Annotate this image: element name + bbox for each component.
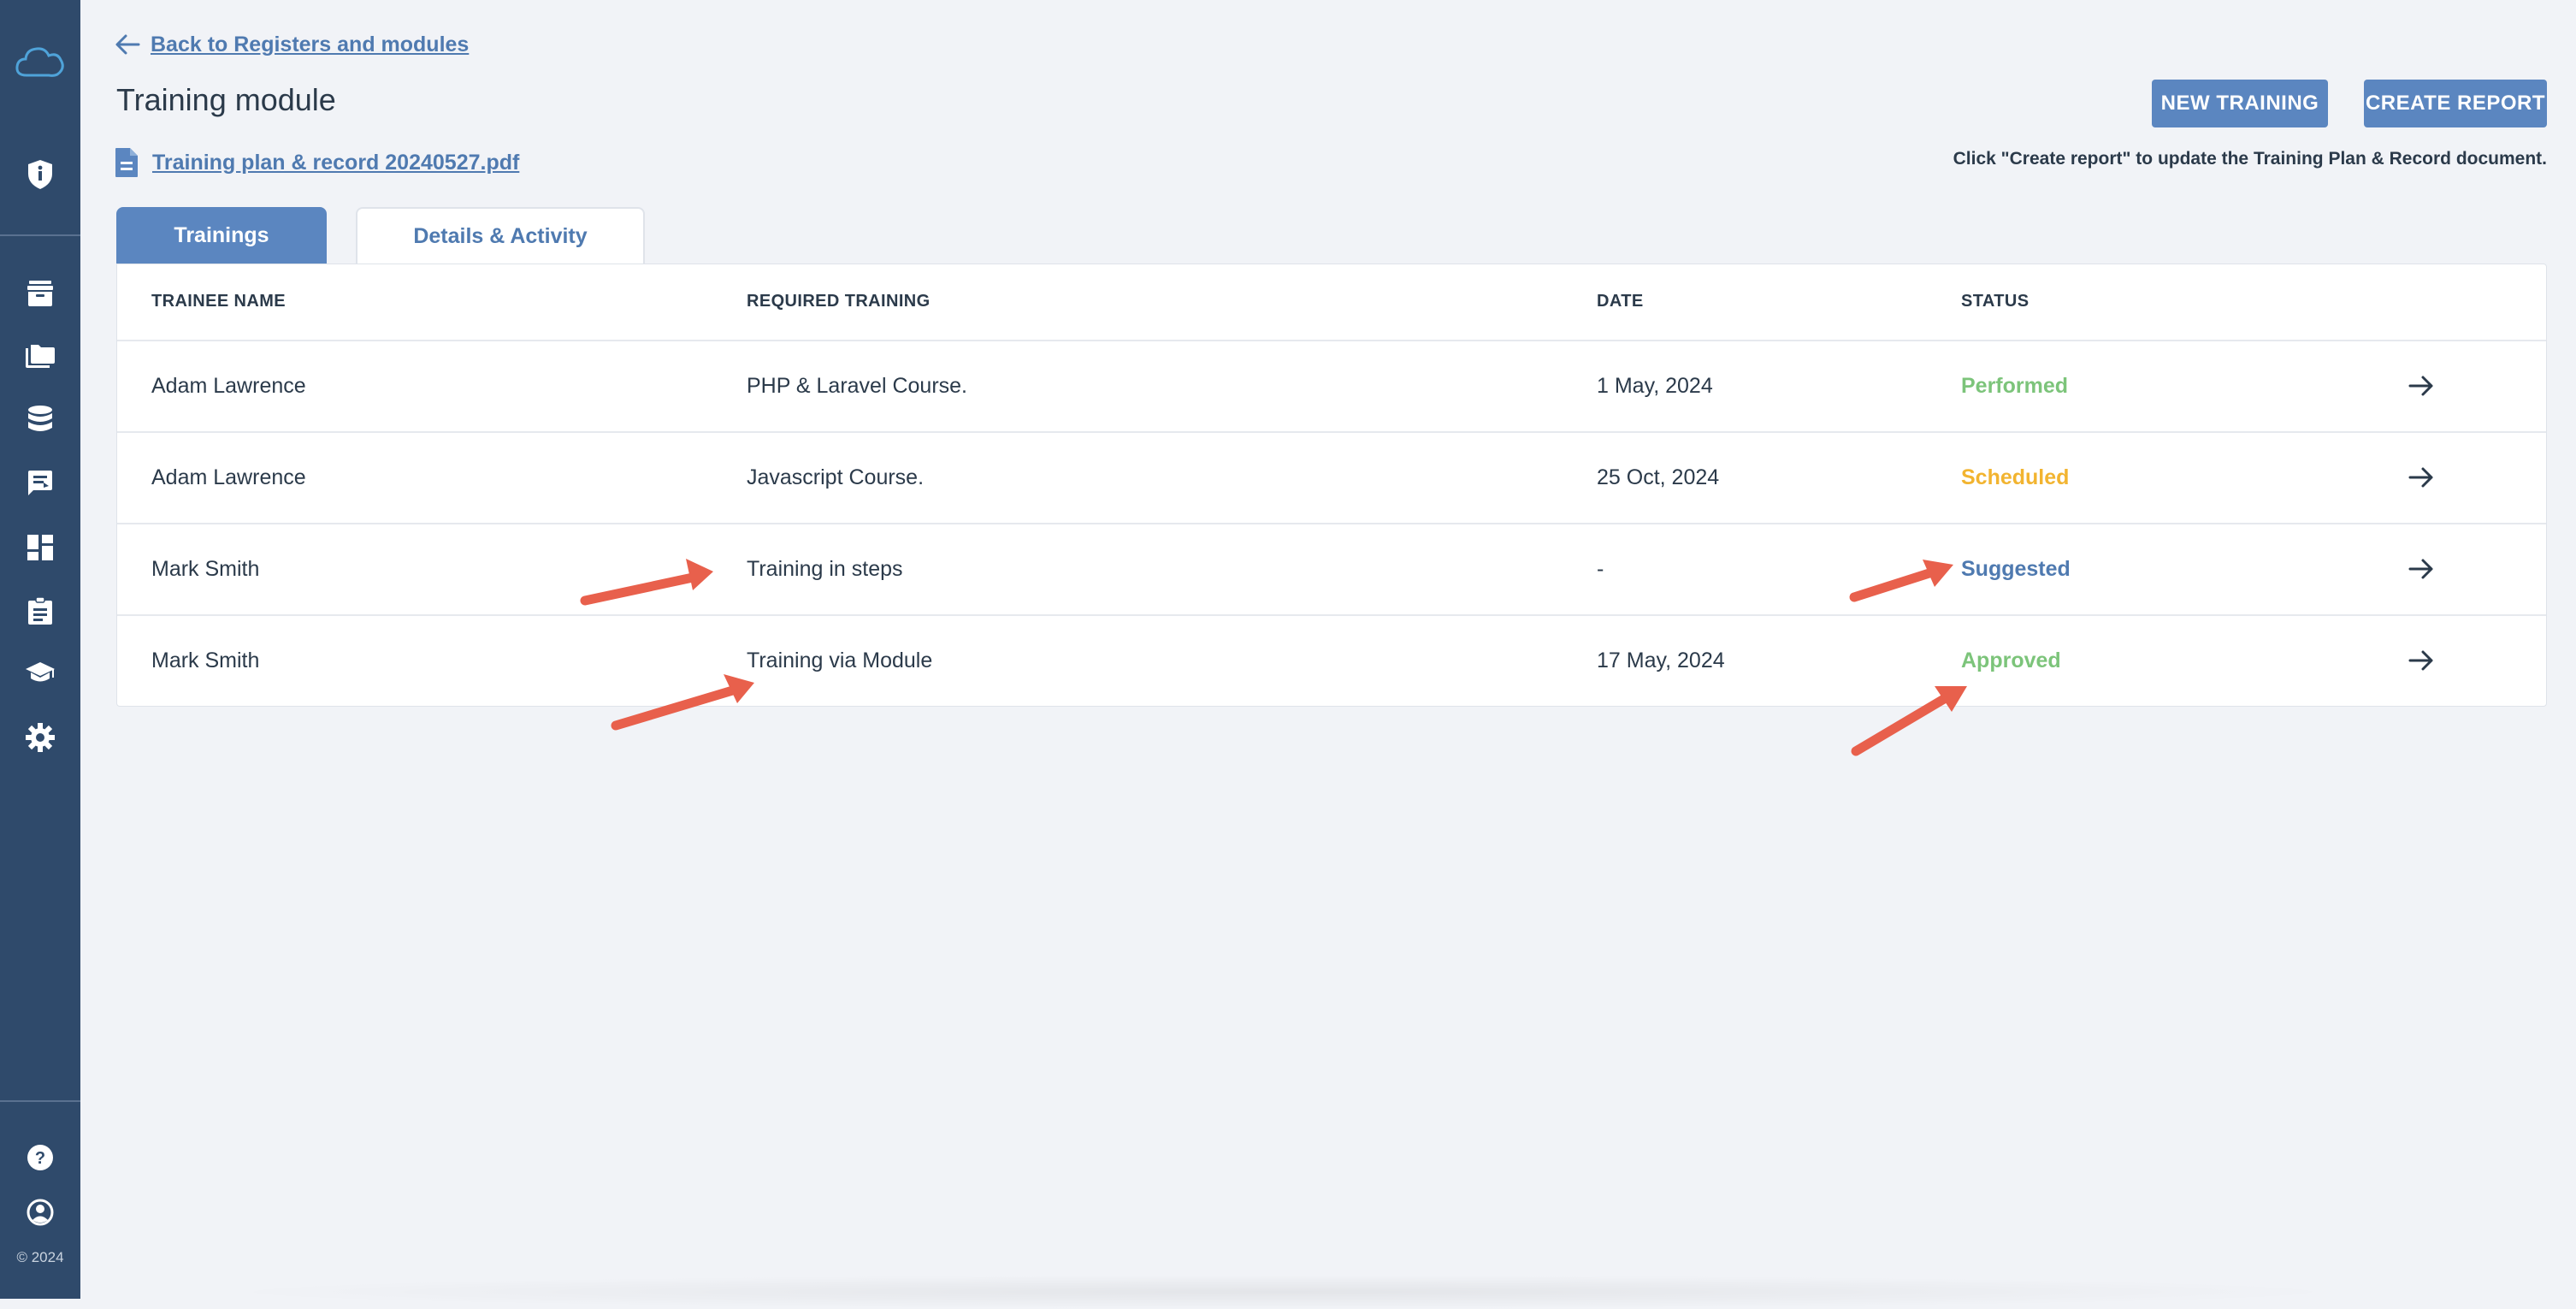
account-icon[interactable] bbox=[27, 1199, 54, 1226]
table-row[interactable]: Mark Smith Training via Module 17 May, 2… bbox=[117, 614, 2546, 706]
graduation-cap-icon[interactable] bbox=[25, 661, 56, 685]
dashboard-icon[interactable] bbox=[27, 534, 54, 561]
create-report-hint: Click "Create report" to update the Trai… bbox=[1953, 149, 2547, 169]
arrow-right-icon[interactable] bbox=[2408, 464, 2435, 491]
status-badge: Scheduled bbox=[1961, 465, 2070, 489]
feedback-icon[interactable] bbox=[27, 470, 54, 497]
shield-icon[interactable] bbox=[27, 159, 54, 190]
file-link-label[interactable]: Training plan & record 20240527.pdf bbox=[152, 151, 519, 175]
file-link[interactable]: Training plan & record 20240527.pdf bbox=[115, 147, 519, 178]
svg-text:?: ? bbox=[35, 1149, 45, 1168]
help-icon[interactable]: ? bbox=[27, 1144, 54, 1171]
trainee-name: Mark Smith bbox=[151, 649, 260, 672]
gear-icon[interactable] bbox=[26, 723, 55, 752]
trainings-table: TRAINEE NAME REQUIRED TRAINING DATE STAT… bbox=[116, 264, 2547, 707]
cloud-logo-icon[interactable] bbox=[15, 43, 66, 80]
column-header-trainee: TRAINEE NAME bbox=[151, 292, 287, 311]
status-badge: Approved bbox=[1961, 649, 2061, 672]
column-header-required-training: REQUIRED TRAINING bbox=[747, 292, 931, 311]
arrow-right-icon[interactable] bbox=[2408, 372, 2435, 400]
training-date: 1 May, 2024 bbox=[1597, 374, 1713, 398]
table-row[interactable]: Adam Lawrence PHP & Laravel Course. 1 Ma… bbox=[117, 340, 2546, 431]
status-badge: Performed bbox=[1961, 374, 2069, 398]
table-row[interactable]: Mark Smith Training in steps - Suggested bbox=[117, 523, 2546, 614]
required-training: PHP & Laravel Course. bbox=[747, 374, 967, 398]
database-icon[interactable] bbox=[27, 405, 54, 434]
required-training: Training in steps bbox=[747, 557, 903, 581]
training-date: - bbox=[1597, 557, 1604, 581]
training-date: 17 May, 2024 bbox=[1597, 649, 1725, 672]
folder-icon[interactable] bbox=[25, 343, 56, 369]
trainee-name: Adam Lawrence bbox=[151, 465, 306, 489]
page-title: Training module bbox=[116, 82, 336, 117]
clipboard-icon[interactable] bbox=[27, 596, 53, 625]
copyright: © 2024 bbox=[16, 1249, 64, 1265]
required-training: Training via Module bbox=[747, 649, 933, 672]
archive-icon[interactable] bbox=[26, 280, 55, 307]
trainee-name: Mark Smith bbox=[151, 557, 260, 581]
arrow-right-icon[interactable] bbox=[2408, 647, 2435, 674]
training-date: 25 Oct, 2024 bbox=[1597, 465, 1720, 489]
sidebar: ? © 2024 bbox=[0, 0, 80, 1299]
back-link[interactable]: Back to Registers and modules bbox=[115, 27, 469, 62]
bottom-shadow bbox=[205, 1275, 2360, 1309]
sidebar-divider bbox=[0, 1100, 80, 1102]
column-header-date: DATE bbox=[1597, 292, 1644, 311]
trainee-name: Adam Lawrence bbox=[151, 374, 306, 398]
tab-trainings[interactable]: Trainings bbox=[116, 207, 327, 264]
tab-details-activity[interactable]: Details & Activity bbox=[356, 207, 645, 264]
create-report-button[interactable]: CREATE REPORT bbox=[2364, 80, 2547, 127]
table-row[interactable]: Adam Lawrence Javascript Course. 25 Oct,… bbox=[117, 431, 2546, 523]
sidebar-divider bbox=[0, 234, 80, 236]
column-header-status: STATUS bbox=[1961, 292, 2029, 311]
document-icon bbox=[115, 148, 138, 177]
arrow-right-icon[interactable] bbox=[2408, 555, 2435, 583]
status-badge: Suggested bbox=[1961, 557, 2071, 581]
required-training: Javascript Course. bbox=[747, 465, 925, 489]
arrow-left-icon bbox=[115, 34, 140, 55]
back-link-label[interactable]: Back to Registers and modules bbox=[151, 33, 469, 57]
new-training-button[interactable]: NEW TRAINING bbox=[2152, 80, 2328, 127]
